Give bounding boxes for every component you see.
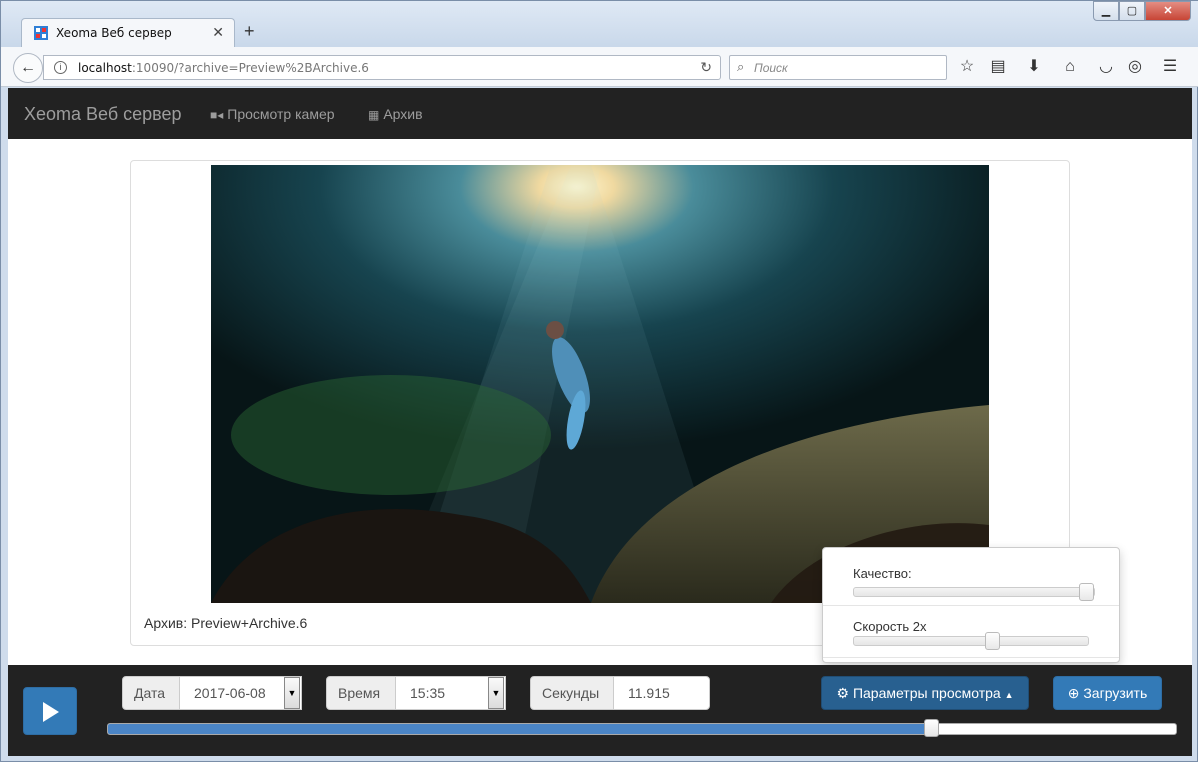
play-button[interactable] (23, 687, 77, 735)
quality-label: Качество: (853, 566, 912, 581)
seconds-input-group: Секунды 11.915 (530, 676, 710, 710)
brand-link[interactable]: Xeoma Веб сервер (24, 104, 182, 125)
timeline-slider[interactable] (107, 719, 1177, 737)
underwater-video-image (211, 165, 989, 603)
time-input-group: Время 15:35 ▼ (326, 676, 506, 710)
view-settings-button[interactable]: ⚙ Параметры просмотра ▲ (821, 676, 1029, 710)
speed-slider[interactable] (853, 632, 1089, 650)
address-bar[interactable]: i localhost:10090/?archive=Preview%2BArc… (43, 55, 721, 80)
search-input[interactable]: ⌕ Поиск (729, 55, 947, 80)
back-button[interactable]: ← (13, 53, 43, 83)
film-icon: ▦ (368, 108, 380, 122)
app-navbar: Xeoma Веб сервер ■◂ Просмотр камер ▦ Архив (8, 88, 1192, 139)
browser-window: Xeoma Веб сервер ✕ + ▁ ▢ ✕ ← i localhost… (0, 0, 1198, 762)
date-label: Дата (122, 676, 180, 710)
nav-archive[interactable]: ▦ Архив (368, 106, 423, 122)
reload-icon[interactable]: ↻ (700, 59, 712, 76)
view-settings-dropdown: Качество: Скорость 2x (822, 547, 1120, 663)
search-icon: ⌕ (737, 59, 745, 74)
url-text: localhost:10090/?archive=Preview%2BArchi… (78, 61, 369, 75)
downloads-icon[interactable]: ⬇ (1024, 57, 1044, 77)
speed-label: Скорость 2x (853, 619, 927, 634)
quality-slider-thumb[interactable] (1079, 583, 1094, 601)
quality-setting: Качество: (823, 552, 1119, 606)
quality-slider[interactable] (853, 583, 1095, 601)
back-arrow-icon: ← (20, 59, 36, 76)
close-tab-icon[interactable]: ✕ (212, 24, 224, 41)
date-input-group: Дата 2017-06-08 ▼ (122, 676, 302, 710)
web-page: Xeoma Веб сервер ■◂ Просмотр камер ▦ Архив (8, 88, 1192, 756)
speed-slider-thumb[interactable] (985, 632, 1000, 650)
nav-camera-view[interactable]: ■◂ Просмотр камер (210, 106, 335, 122)
archive-caption: Архив: Preview+Archive.6 (144, 615, 308, 631)
tab-strip: Xeoma Веб сервер ✕ + ▁ ▢ ✕ (1, 1, 1198, 47)
browser-tab[interactable]: Xeoma Веб сервер ✕ (21, 18, 235, 47)
home-icon[interactable]: ⌂ (1060, 57, 1080, 77)
playback-controls: Дата 2017-06-08 ▼ Время 15:35 ▼ Секунды … (8, 665, 1192, 756)
seconds-field[interactable]: 11.915 (613, 676, 710, 710)
timeline-progress-fill (108, 724, 936, 734)
seconds-label: Секунды (530, 676, 614, 710)
time-dropdown-arrow-icon[interactable]: ▼ (488, 677, 504, 709)
xeoma-favicon-icon (34, 26, 48, 40)
download-button[interactable]: ⊕ Загрузить (1053, 676, 1162, 710)
caret-up-icon: ▲ (1004, 690, 1014, 700)
time-label: Время (326, 676, 396, 710)
new-tab-icon[interactable]: + (244, 21, 255, 42)
close-window-button[interactable]: ✕ (1145, 1, 1191, 21)
video-frame[interactable] (211, 165, 989, 603)
bookmarks-list-icon[interactable]: ▤ (988, 57, 1008, 77)
download-circle-icon: ⊕ (1067, 685, 1080, 701)
play-icon (43, 702, 59, 722)
minimize-window-button[interactable]: ▁ (1093, 1, 1119, 21)
maximize-window-button[interactable]: ▢ (1119, 1, 1145, 21)
video-camera-icon: ■◂ (210, 108, 224, 122)
gear-icon: ⚙ (836, 685, 850, 701)
sync-icon[interactable]: ◎ (1125, 57, 1145, 77)
speed-setting: Скорость 2x (823, 606, 1119, 658)
tab-title: Xeoma Веб сервер (56, 26, 172, 40)
info-icon[interactable]: i (54, 61, 67, 74)
browser-toolbar: ← i localhost:10090/?archive=Preview%2BA… (1, 47, 1198, 87)
timeline-slider-thumb[interactable] (924, 719, 939, 737)
date-dropdown-arrow-icon[interactable]: ▼ (284, 677, 300, 709)
pocket-icon[interactable]: ◡ (1096, 57, 1116, 77)
bookmark-star-icon[interactable]: ☆ (957, 57, 977, 77)
search-placeholder: Поиск (754, 61, 788, 75)
menu-icon[interactable]: ☰ (1160, 57, 1180, 77)
